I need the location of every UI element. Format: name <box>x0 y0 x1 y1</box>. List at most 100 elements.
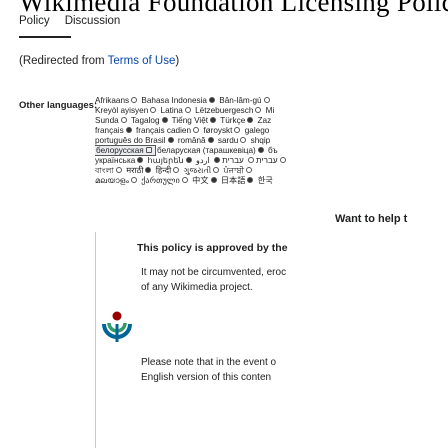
language-link[interactable]: føroyskt <box>203 126 242 135</box>
translation-status-icon <box>207 137 214 143</box>
translation-status-icon <box>130 177 137 183</box>
language-name: ગુજરાતી <box>183 166 212 175</box>
policy-foot-line: Please note that in the event o <box>141 357 277 368</box>
language-link[interactable]: Sunda <box>95 116 129 125</box>
translation-status-icon <box>234 127 241 133</box>
language-link[interactable]: бъ <box>268 146 278 155</box>
translation-status-icon <box>161 117 168 123</box>
language-name: اردو <box>195 156 210 165</box>
language-link[interactable]: 中文 <box>192 176 218 185</box>
translation-status-icon <box>263 97 270 103</box>
policy-text: It may not be circumvented, eroc of any … <box>141 265 448 295</box>
language-link[interactable]: shqip <box>251 136 271 145</box>
help-heading: Want to help t <box>335 213 408 225</box>
translation-status-icon <box>214 157 221 163</box>
translation-status-icon <box>184 107 191 113</box>
language-link[interactable]: français cadien <box>136 126 201 135</box>
translation-status-icon <box>247 177 254 183</box>
language-row: മലയാളം ქართული 中文 日本語 한국 <box>95 176 448 186</box>
language-name: עברית <box>256 156 278 165</box>
language-link[interactable]: עברית <box>246 156 278 165</box>
language-row: Afrikaans Bahasa Indonesia Bân-lâm-gú <box>95 96 448 106</box>
language-link[interactable]: ગુજરાતી <box>184 166 222 175</box>
language-link[interactable]: Tagalog <box>131 116 170 125</box>
language-link[interactable]: മലയാളം <box>95 176 139 185</box>
language-name: français cadien <box>135 126 192 135</box>
tab-policy[interactable]: Policy <box>19 13 50 29</box>
language-link[interactable]: Bân-lâm-gú <box>219 96 271 105</box>
translation-status-icon <box>145 167 152 173</box>
translation-status-icon <box>167 137 174 143</box>
language-name: português do Brasil <box>95 136 166 145</box>
language-name: עברית <box>222 156 244 165</box>
language-link[interactable]: Zaz <box>258 116 272 125</box>
language-list: Afrikaans Bahasa Indonesia Bân-lâm-gú Kr… <box>95 96 448 206</box>
language-name: ქართული <box>141 176 180 185</box>
language-name: հայերեն <box>147 156 184 165</box>
language-link[interactable]: বাংলা <box>95 166 124 175</box>
language-row: Sunda Tagalog Tiếng Việt Türkçe Zaz <box>95 116 448 126</box>
translation-status-icon <box>131 97 138 103</box>
language-link[interactable]: português do Brasil <box>95 136 176 145</box>
language-link[interactable]: беларуская (тарашкевіца) <box>157 146 266 155</box>
language-row: বাংলা मराठी हिन्दी ગુજરાતી ਪੰਜਾਬੀ <box>95 166 448 176</box>
translation-status-icon <box>247 117 254 123</box>
language-row: português do Brasil română sardu shqip <box>95 136 448 146</box>
language-name: українська <box>95 156 136 165</box>
language-link[interactable]: Afrikaans <box>95 96 139 105</box>
language-link[interactable]: हिन्दी <box>156 166 181 175</box>
language-link[interactable]: galego <box>245 126 270 135</box>
language-link[interactable]: հայերեն <box>148 156 194 165</box>
language-link[interactable]: sardu <box>218 136 248 145</box>
translation-status-icon <box>213 167 220 173</box>
redirect-suffix: ) <box>175 55 180 67</box>
language-name: Kreyòl ayisyen <box>95 106 149 115</box>
language-link[interactable]: ਪੰਜਾਬੀ <box>224 166 255 175</box>
translation-status-icon <box>279 157 286 163</box>
language-name: română <box>177 136 206 145</box>
translation-status-icon <box>193 127 200 133</box>
policy-box-border <box>95 232 96 448</box>
language-name: бъ <box>268 146 278 155</box>
language-name: Latina <box>160 106 183 115</box>
language-link[interactable]: मराठी <box>126 166 153 175</box>
terms-of-use-link[interactable]: Terms of Use <box>108 55 176 67</box>
language-name: føroyskt <box>203 126 233 135</box>
policy-heading: This policy is approved by the <box>137 242 288 254</box>
translation-status-icon <box>257 147 264 153</box>
language-link[interactable]: română <box>178 136 216 145</box>
translation-status-icon <box>150 107 157 113</box>
language-name: मराठी <box>126 166 144 175</box>
policy-line: of any Wikimedia project. <box>141 282 253 293</box>
translation-status-icon <box>208 97 215 103</box>
translation-status-icon <box>185 157 192 163</box>
language-link[interactable]: français <box>95 126 134 135</box>
language-link[interactable]: Türkçe <box>220 116 255 125</box>
language-link[interactable]: עברית <box>212 156 244 165</box>
language-link[interactable]: Lëtzebuergesch <box>195 106 263 115</box>
language-link[interactable]: ქართული <box>141 176 190 185</box>
translation-status-icon <box>181 177 188 183</box>
language-row: українська հայերեն עברית עברית اردو <box>95 156 448 166</box>
translation-status-icon <box>125 127 132 133</box>
tab-discussion[interactable]: Discussion <box>65 13 121 29</box>
language-link[interactable]: 한국 <box>258 176 273 185</box>
language-link[interactable]: Tiếng Việt <box>172 116 218 125</box>
language-name: ਪੰਜਾਬੀ <box>223 166 245 175</box>
language-link[interactable]: Latina <box>161 106 193 115</box>
language-name: 中文 <box>192 176 209 185</box>
language-link[interactable]: 日本語 <box>221 176 256 185</box>
language-link[interactable]: белорусская <box>95 145 156 156</box>
language-link[interactable]: українська <box>95 156 145 165</box>
language-link[interactable]: Bahasa Indonesia <box>141 96 217 105</box>
language-link[interactable]: Mi <box>266 106 275 115</box>
other-languages-label: Other languages: <box>19 100 98 111</box>
language-link[interactable]: Kreyòl ayisyen <box>95 106 158 115</box>
language-name: белорусская <box>96 146 144 155</box>
language-name: shqip <box>250 136 271 145</box>
language-name: Bân-lâm-gú <box>219 96 262 105</box>
language-name: বাংলা <box>95 166 114 175</box>
language-name: Bahasa Indonesia <box>141 96 207 105</box>
translation-status-icon <box>115 167 122 173</box>
language-name: 日本語 <box>220 176 246 185</box>
